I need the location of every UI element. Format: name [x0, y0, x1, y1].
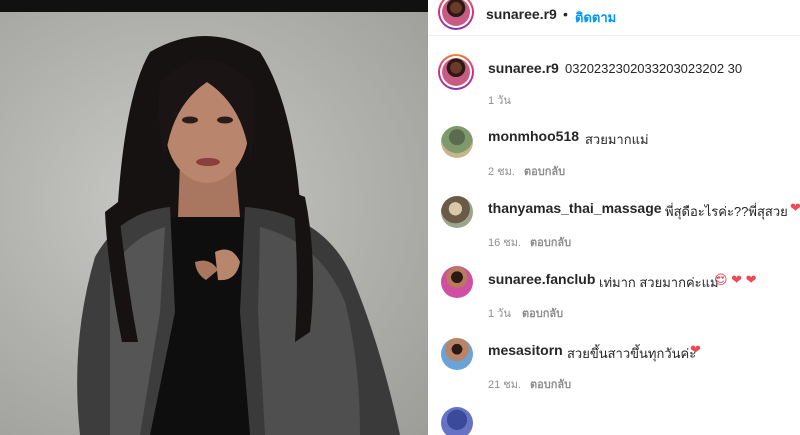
- caption-timestamp[interactable]: 1 วัน: [488, 91, 511, 109]
- post-author-username[interactable]: sunaree.r9: [486, 6, 557, 22]
- heart-emoji: ❤: [690, 342, 701, 357]
- comments-panel: sunaree.r9 • ติดตาม sunaree.r9 032023230…: [428, 0, 800, 435]
- portrait-illustration: [77, 36, 400, 435]
- caption-author-avatar[interactable]: [438, 54, 474, 90]
- post-header: sunaree.r9 • ติดตาม: [428, 0, 800, 36]
- reply-button[interactable]: ตอบกลับ: [530, 375, 571, 393]
- comment-text: สวยมากแม่: [585, 132, 649, 147]
- comment-text: สวยขึ้นสาวขึ้นทุกวันค่ะ: [567, 346, 697, 361]
- reply-button[interactable]: ตอบกลับ: [524, 162, 565, 180]
- comment-avatar[interactable]: [441, 407, 473, 435]
- comment-avatar[interactable]: [441, 196, 473, 228]
- comment-username[interactable]: sunaree.fanclub: [488, 271, 595, 287]
- reply-button[interactable]: ตอบกลับ: [530, 233, 571, 251]
- emoji-reactions: 😍 ❤ ❤: [714, 272, 757, 287]
- photo-top-bar: [0, 0, 428, 12]
- comment-timestamp[interactable]: 21 ชม.: [488, 375, 521, 393]
- reply-button[interactable]: ตอบกลับ: [522, 304, 563, 322]
- comment-timestamp[interactable]: 1 วัน: [488, 304, 511, 322]
- caption-text: 0320232302033203023202 30: [565, 61, 743, 76]
- caption-username[interactable]: sunaree.r9: [488, 60, 559, 76]
- heart-emoji: ❤: [790, 200, 800, 215]
- comment-text: เท่มาก สวยมากค่ะแม่: [599, 275, 719, 290]
- comment-avatar[interactable]: [441, 266, 473, 298]
- comment-avatar[interactable]: [441, 338, 473, 370]
- post-author-avatar[interactable]: [438, 0, 474, 30]
- comment-text: พี่สุดือะไรค่ะ??พี่สุสวย: [665, 204, 788, 219]
- comment-timestamp[interactable]: 16 ชม.: [488, 233, 521, 251]
- comment-avatar[interactable]: [441, 126, 473, 158]
- post-photo[interactable]: [0, 0, 428, 435]
- comment-username[interactable]: thanyamas_thai_massage: [488, 200, 662, 216]
- follow-button[interactable]: ติดตาม: [575, 7, 616, 28]
- comment-username[interactable]: mesasitorn: [488, 342, 563, 358]
- comment-username[interactable]: monmhoo518: [488, 128, 579, 144]
- comment-timestamp[interactable]: 2 ชม.: [488, 162, 515, 180]
- header-separator: •: [563, 6, 568, 22]
